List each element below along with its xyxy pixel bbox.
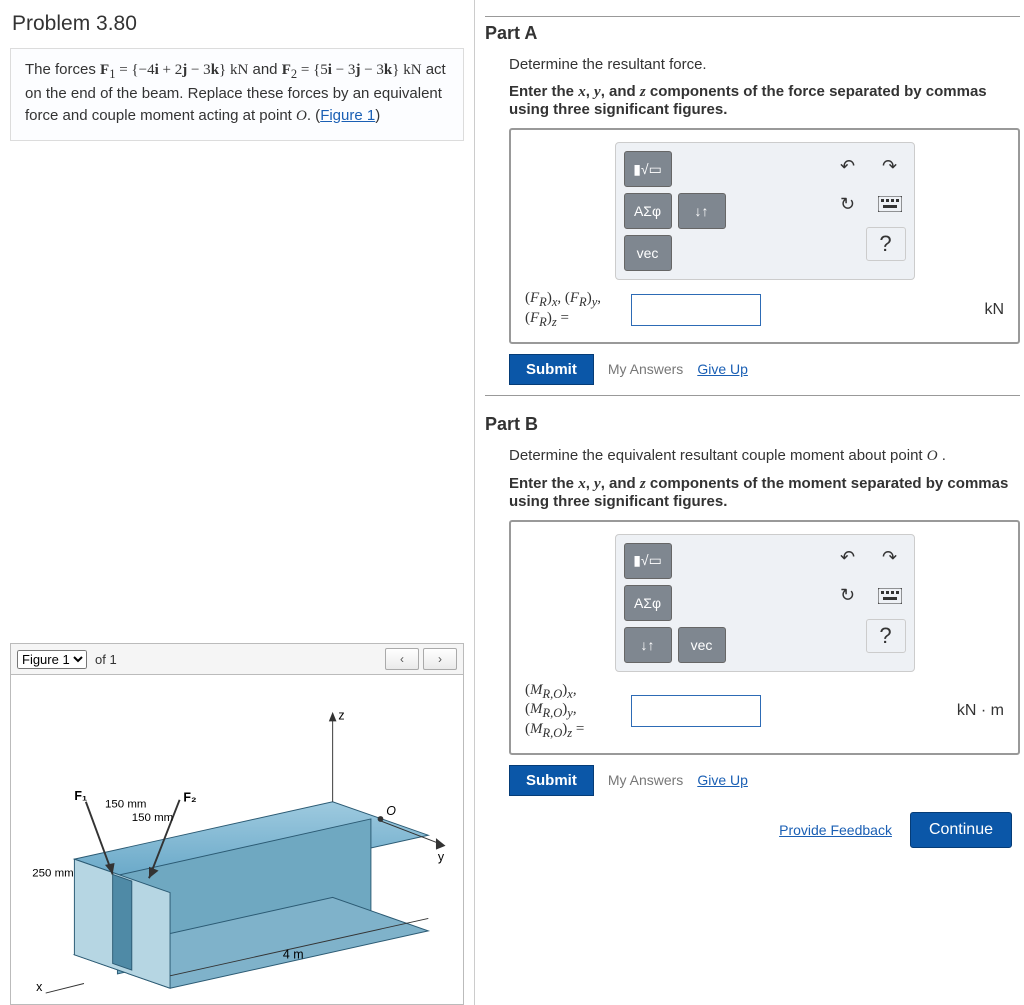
svg-text:O: O — [386, 804, 396, 818]
part-a-header: Part A — [485, 16, 1020, 50]
redo-icon[interactable]: ↷ — [874, 543, 906, 573]
figure-link[interactable]: Figure 1 — [320, 107, 375, 124]
part-a-desc: Determine the resultant force. — [509, 56, 1020, 73]
redo-icon[interactable]: ↷ — [874, 151, 906, 181]
part-a-unit: kN — [984, 301, 1004, 319]
part-b-answer-frame: ▮√▭ ΑΣφ ↓↑ vec ↶ ↷ — [509, 520, 1020, 755]
part-b-var-label: (MR,O)x, (MR,O)y, (MR,O)z = — [525, 682, 621, 741]
help-button[interactable]: ? — [866, 227, 906, 261]
reset-icon[interactable]: ↻ — [832, 581, 864, 611]
part-a-var-label: (FR)x, (FR)y, (FR)z = — [525, 290, 621, 330]
svg-text:F₁: F₁ — [74, 788, 87, 802]
part-b-answer-input[interactable] — [631, 695, 761, 727]
svg-text:150 mm: 150 mm — [132, 811, 173, 823]
vec-button[interactable]: vec — [624, 235, 672, 271]
undo-icon[interactable]: ↶ — [832, 543, 864, 573]
greek-button[interactable]: ΑΣφ — [624, 193, 672, 229]
part-a-answer-frame: ▮√▭ ΑΣφ ↓↑ vec ↶ ↷ — [509, 128, 1020, 344]
figure-next-button[interactable]: › — [423, 648, 457, 670]
part-b-desc: Determine the equivalent resultant coupl… — [509, 447, 1020, 465]
part-a-submit-button[interactable]: Submit — [509, 354, 594, 385]
svg-text:y: y — [438, 850, 445, 864]
svg-text:F₂: F₂ — [183, 790, 196, 804]
templates-button[interactable]: ▮√▭ — [624, 543, 672, 579]
svg-text:4 m: 4 m — [283, 947, 304, 961]
svg-text:250 mm: 250 mm — [32, 867, 73, 879]
part-a-toolbar: ▮√▭ ΑΣφ ↓↑ vec ↶ ↷ — [615, 142, 915, 280]
vec-button[interactable]: vec — [678, 627, 726, 663]
greek-button[interactable]: ΑΣφ — [624, 585, 672, 621]
part-a-answer-input[interactable] — [631, 294, 761, 326]
svg-text:z: z — [338, 708, 344, 722]
svg-text:150 mm: 150 mm — [105, 798, 146, 810]
figure-prev-button[interactable]: ‹ — [385, 648, 419, 670]
keyboard-icon[interactable] — [874, 189, 906, 219]
figure-selector[interactable]: Figure 1 — [17, 650, 87, 669]
help-button[interactable]: ? — [866, 619, 906, 653]
prompt-text: The forces F1 = {−4i + 2j − 3k} kN and F… — [25, 61, 446, 124]
prompt-end: ) — [375, 107, 380, 124]
part-a-giveup-link[interactable]: Give Up — [697, 361, 748, 377]
undo-icon[interactable]: ↶ — [832, 151, 864, 181]
provide-feedback-link[interactable]: Provide Feedback — [779, 822, 892, 838]
part-a-myanswers: My Answers — [608, 361, 683, 377]
part-b-myanswers: My Answers — [608, 772, 683, 788]
reset-icon[interactable]: ↻ — [832, 189, 864, 219]
part-b-unit: kN · m — [957, 702, 1004, 720]
part-a-inst: Enter the x, y, and z components of the … — [509, 83, 1020, 118]
part-b-header: Part B — [485, 395, 1020, 441]
continue-button[interactable]: Continue — [910, 812, 1012, 848]
updown-button[interactable]: ↓↑ — [678, 193, 726, 229]
updown-button[interactable]: ↓↑ — [624, 627, 672, 663]
part-b-giveup-link[interactable]: Give Up — [697, 772, 748, 788]
templates-button[interactable]: ▮√▭ — [624, 151, 672, 187]
part-b-submit-button[interactable]: Submit — [509, 765, 594, 796]
problem-title: Problem 3.80 — [10, 8, 464, 48]
figure-image: z y x O F₁ F₂ 150 m — [10, 675, 464, 1005]
keyboard-icon[interactable] — [874, 581, 906, 611]
problem-prompt: The forces F1 = {−4i + 2j − 3k} kN and F… — [10, 48, 464, 141]
part-b-inst: Enter the x, y, and z components of the … — [509, 475, 1020, 510]
figure-header: Figure 1 of 1 ‹ › — [10, 643, 464, 675]
part-b-toolbar: ▮√▭ ΑΣφ ↓↑ vec ↶ ↷ — [615, 534, 915, 672]
svg-text:x: x — [36, 980, 43, 994]
figure-of-text: of 1 — [95, 652, 117, 667]
